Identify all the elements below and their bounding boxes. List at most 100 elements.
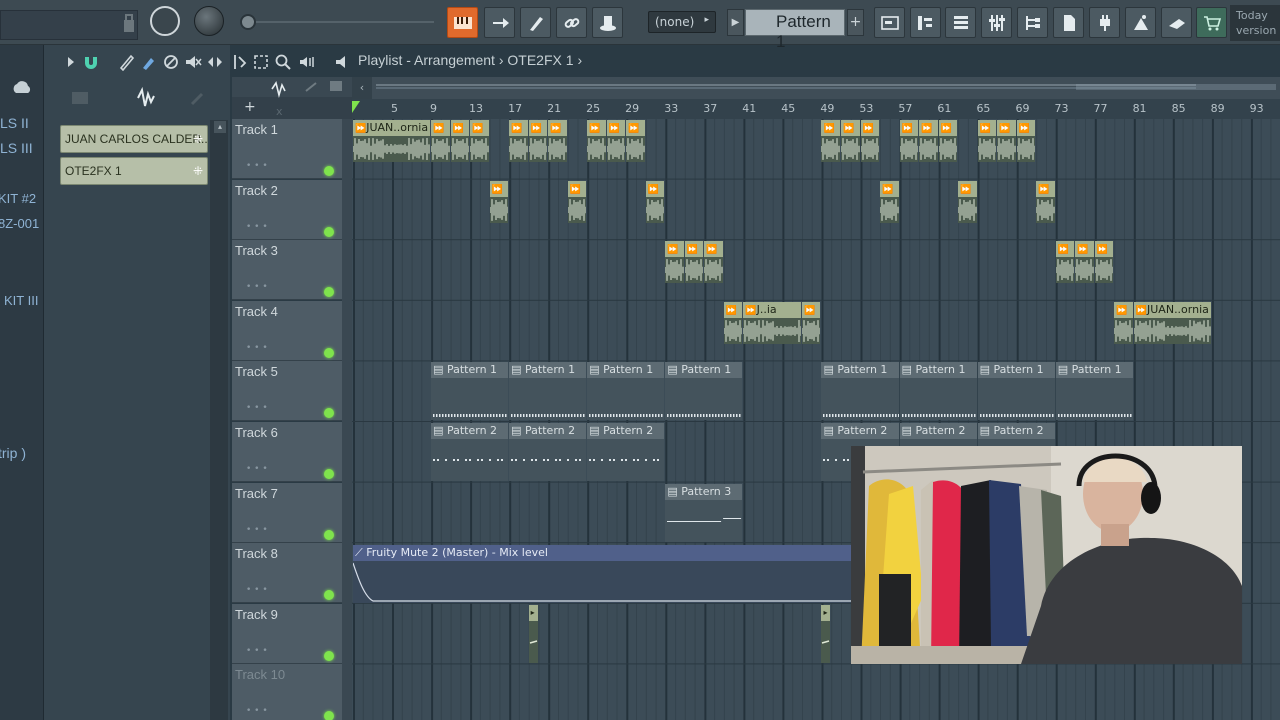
audio-clip[interactable]: ⏩ <box>1016 120 1036 162</box>
track-options[interactable]: • • • <box>246 282 268 292</box>
scroll-left-icon[interactable]: ‹ <box>352 77 372 99</box>
pattern-clip[interactable]: ▤ Pattern 1 <box>899 362 977 421</box>
chain-link-icon[interactable] <box>556 7 587 38</box>
track-mute-led[interactable] <box>324 590 334 601</box>
channel-label[interactable]: LS II <box>0 115 29 131</box>
audio-clip[interactable]: ⏩ <box>1114 301 1133 344</box>
audio-clip[interactable]: ⏩ <box>665 241 684 284</box>
help-hand-icon[interactable] <box>1161 7 1192 38</box>
audio-clip[interactable]: ⏩ <box>567 180 587 223</box>
track-options[interactable]: • • • <box>246 343 268 353</box>
audio-clip[interactable]: ⏩JUAN..ornia <box>353 120 431 162</box>
pattern-clip[interactable]: ▤ Pattern 1 <box>431 362 509 421</box>
track-options[interactable]: • • • <box>246 464 268 474</box>
track-mute-led[interactable] <box>324 650 334 661</box>
pattern-prev-button[interactable]: ▶ <box>727 9 744 36</box>
automation-clip[interactable]: ⟋ Fruity Mute 2 (Master) - Mix level <box>353 545 913 604</box>
pattern-clip[interactable]: ▤ Pattern 1 <box>977 362 1055 421</box>
pencil-icon[interactable] <box>118 53 136 71</box>
audio-clip[interactable]: ⏩ <box>1036 180 1055 223</box>
arrow-right-icon[interactable] <box>484 7 515 38</box>
zoom-icon[interactable] <box>274 53 292 71</box>
project-file-icon[interactable] <box>1053 7 1084 38</box>
audio-clip[interactable]: ⏩J..ia <box>743 301 801 344</box>
track-mute-led[interactable] <box>324 347 334 358</box>
playback-tool-icon[interactable] <box>298 53 316 71</box>
audio-clip[interactable]: ⏩JUAN..ornia <box>1133 301 1211 344</box>
track-options[interactable]: • • • <box>246 403 268 413</box>
cloud-icon[interactable] <box>10 79 34 95</box>
speaker-icon[interactable] <box>334 53 352 71</box>
audio-clip[interactable]: ⏩ <box>938 120 958 162</box>
delete-icon[interactable] <box>162 53 180 71</box>
track-options[interactable]: • • • <box>246 222 268 232</box>
arrow-menu-icon[interactable] <box>62 53 80 71</box>
track-name[interactable]: Track 10 <box>235 667 285 682</box>
track-name[interactable]: Track 4 <box>235 304 278 319</box>
select-tool-icon[interactable] <box>252 53 270 71</box>
audio-clip[interactable]: ⏩ <box>899 120 919 162</box>
track-name[interactable]: Track 5 <box>235 364 278 379</box>
audio-clip[interactable]: ⏩ <box>821 120 840 162</box>
song-position-slider[interactable] <box>240 14 434 30</box>
track-header[interactable]: Track 5 • • • <box>232 361 352 422</box>
audio-clip[interactable]: ⏩ <box>528 120 548 162</box>
track-mute-led[interactable] <box>324 226 334 237</box>
recording-icon[interactable] <box>1125 7 1156 38</box>
picker-item-audio[interactable]: OTE2FX 1 ⁜ <box>60 157 208 185</box>
audio-clip[interactable]: ⏩ <box>841 120 860 162</box>
piano-roll-icon[interactable] <box>910 7 941 38</box>
track-name[interactable]: Track 7 <box>235 486 278 501</box>
shop-cart-icon[interactable] <box>1196 7 1227 38</box>
pattern-clip[interactable]: ▤ Pattern 1 <box>1055 362 1133 421</box>
audio-clip[interactable]: ⏩ <box>606 120 626 162</box>
track-options[interactable]: • • • <box>246 706 268 716</box>
timeline-ruler[interactable]: 5 9 13 17 21 25 29 33 37 41 45 49 53 57 61 65 69 73 77 81 85… <box>352 99 1280 119</box>
channel-label[interactable]: 8Z-001 <box>0 216 39 231</box>
slip-tool-icon[interactable] <box>206 53 224 71</box>
mixer-icon[interactable] <box>981 7 1012 38</box>
metronome-hat-icon[interactable] <box>592 7 623 38</box>
audio-clip[interactable]: ⏩ <box>626 120 645 162</box>
track-header[interactable]: Track 7 • • • <box>232 482 352 543</box>
track-name[interactable]: Track 8 <box>235 546 278 561</box>
channel-rack-icon[interactable] <box>945 7 976 38</box>
track-mute-led[interactable] <box>324 711 334 720</box>
slider-handle[interactable] <box>240 14 256 30</box>
pattern-clip[interactable]: ▤ Pattern 1 <box>587 362 665 421</box>
track-header[interactable]: Track 3 • • • <box>232 240 352 301</box>
track-header[interactable]: Track 2 • • • <box>232 179 352 240</box>
mute-tool-icon[interactable] <box>184 53 202 71</box>
pattern-clip[interactable]: ▤ Pattern 1 <box>509 362 587 421</box>
plugin-plug-icon[interactable] <box>1089 7 1120 38</box>
audio-clip[interactable]: ⏩ <box>958 180 977 223</box>
tempo-knob[interactable] <box>150 6 180 36</box>
track-mute-led[interactable] <box>324 408 334 419</box>
channel-label[interactable]: LS III <box>0 140 33 156</box>
audio-clip[interactable]: ⏩ <box>1094 241 1114 284</box>
audio-clip[interactable]: ⏩ <box>489 180 509 223</box>
track-header[interactable]: Track 8 • • • <box>232 543 352 604</box>
audio-clip[interactable]: ⏩ <box>587 120 606 162</box>
piano-keys-icon[interactable] <box>447 7 478 38</box>
track-name[interactable]: Track 2 <box>235 183 278 198</box>
channel-label[interactable]: KIT #2 <box>0 191 36 206</box>
audio-clip[interactable]: ⏩ <box>919 120 938 162</box>
pattern-clip[interactable]: ▤ Pattern 2 <box>587 423 665 481</box>
track-header[interactable]: Track 9 • • • <box>232 603 352 664</box>
track-options[interactable]: • • • <box>246 585 268 595</box>
snap-selector[interactable]: (none) ▸ <box>648 11 716 33</box>
pattern-clip[interactable]: ▤ Pattern 2 <box>431 423 509 481</box>
channel-label[interactable]: KIT III <box>4 293 38 308</box>
pattern-clip[interactable]: ▤ Pattern 1 <box>665 362 743 421</box>
audio-clip[interactable]: ⏩ <box>645 180 665 223</box>
track-mute-led[interactable] <box>324 529 334 540</box>
playlist-window-icon[interactable] <box>874 7 905 38</box>
track-options[interactable]: • • • <box>246 161 268 171</box>
audio-clip[interactable]: ⏩ <box>860 120 880 162</box>
track-mute-led[interactable] <box>324 287 334 298</box>
pattern-clip[interactable]: ▤ Pattern 1 <box>821 362 899 421</box>
audio-clip[interactable]: ⏩ <box>977 120 997 162</box>
track-header[interactable]: Track 4 • • • <box>232 300 352 361</box>
audio-clip[interactable]: ⏩ <box>997 120 1016 162</box>
